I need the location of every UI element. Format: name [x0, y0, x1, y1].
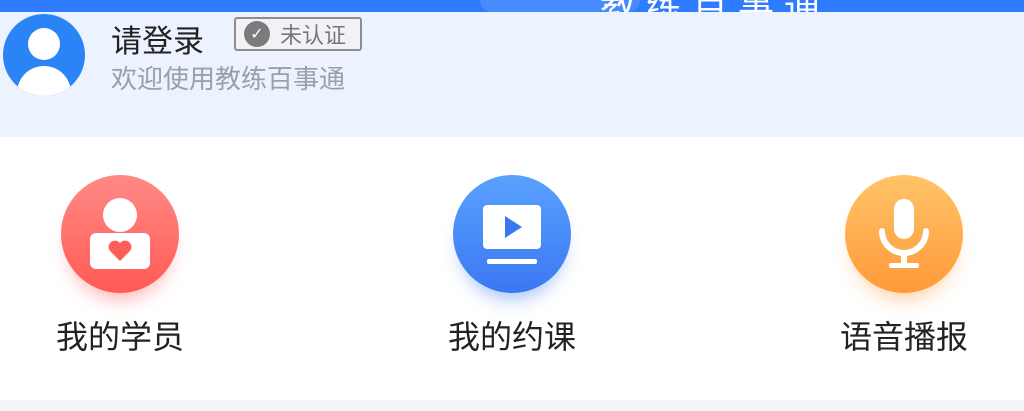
my-bookings-button[interactable]: 我的约课 — [412, 137, 612, 400]
banner-title: 教练百事通 — [600, 0, 830, 12]
microphone-icon — [845, 175, 963, 293]
profile-header[interactable]: 请登录 ✓ 未认证 欢迎使用教练百事通 — [0, 12, 1024, 137]
verification-status: 未认证 — [280, 24, 347, 49]
avatar-body — [17, 66, 71, 96]
voice-broadcast-button[interactable]: 语音播报 — [804, 137, 1004, 400]
student-heart-icon — [61, 175, 179, 293]
avatar-head — [28, 28, 60, 60]
login-prompt[interactable]: 请登录 — [111, 20, 204, 64]
my-bookings-label: 我的约课 — [447, 318, 576, 356]
my-students-label: 我的学员 — [55, 318, 184, 356]
avatar[interactable] — [3, 14, 85, 96]
video-play-icon — [453, 175, 571, 293]
check-icon: ✓ — [244, 21, 270, 47]
welcome-text: 欢迎使用教练百事通 — [111, 65, 346, 95]
voice-broadcast-label: 语音播报 — [839, 318, 968, 356]
verification-badge: ✓ 未认证 — [234, 17, 362, 51]
top-banner: 教练百事通 — [0, 0, 1024, 12]
feature-grid: 我的学员 我的约课 语音播报 — [0, 137, 1024, 400]
my-students-button[interactable]: 我的学员 — [20, 137, 220, 400]
